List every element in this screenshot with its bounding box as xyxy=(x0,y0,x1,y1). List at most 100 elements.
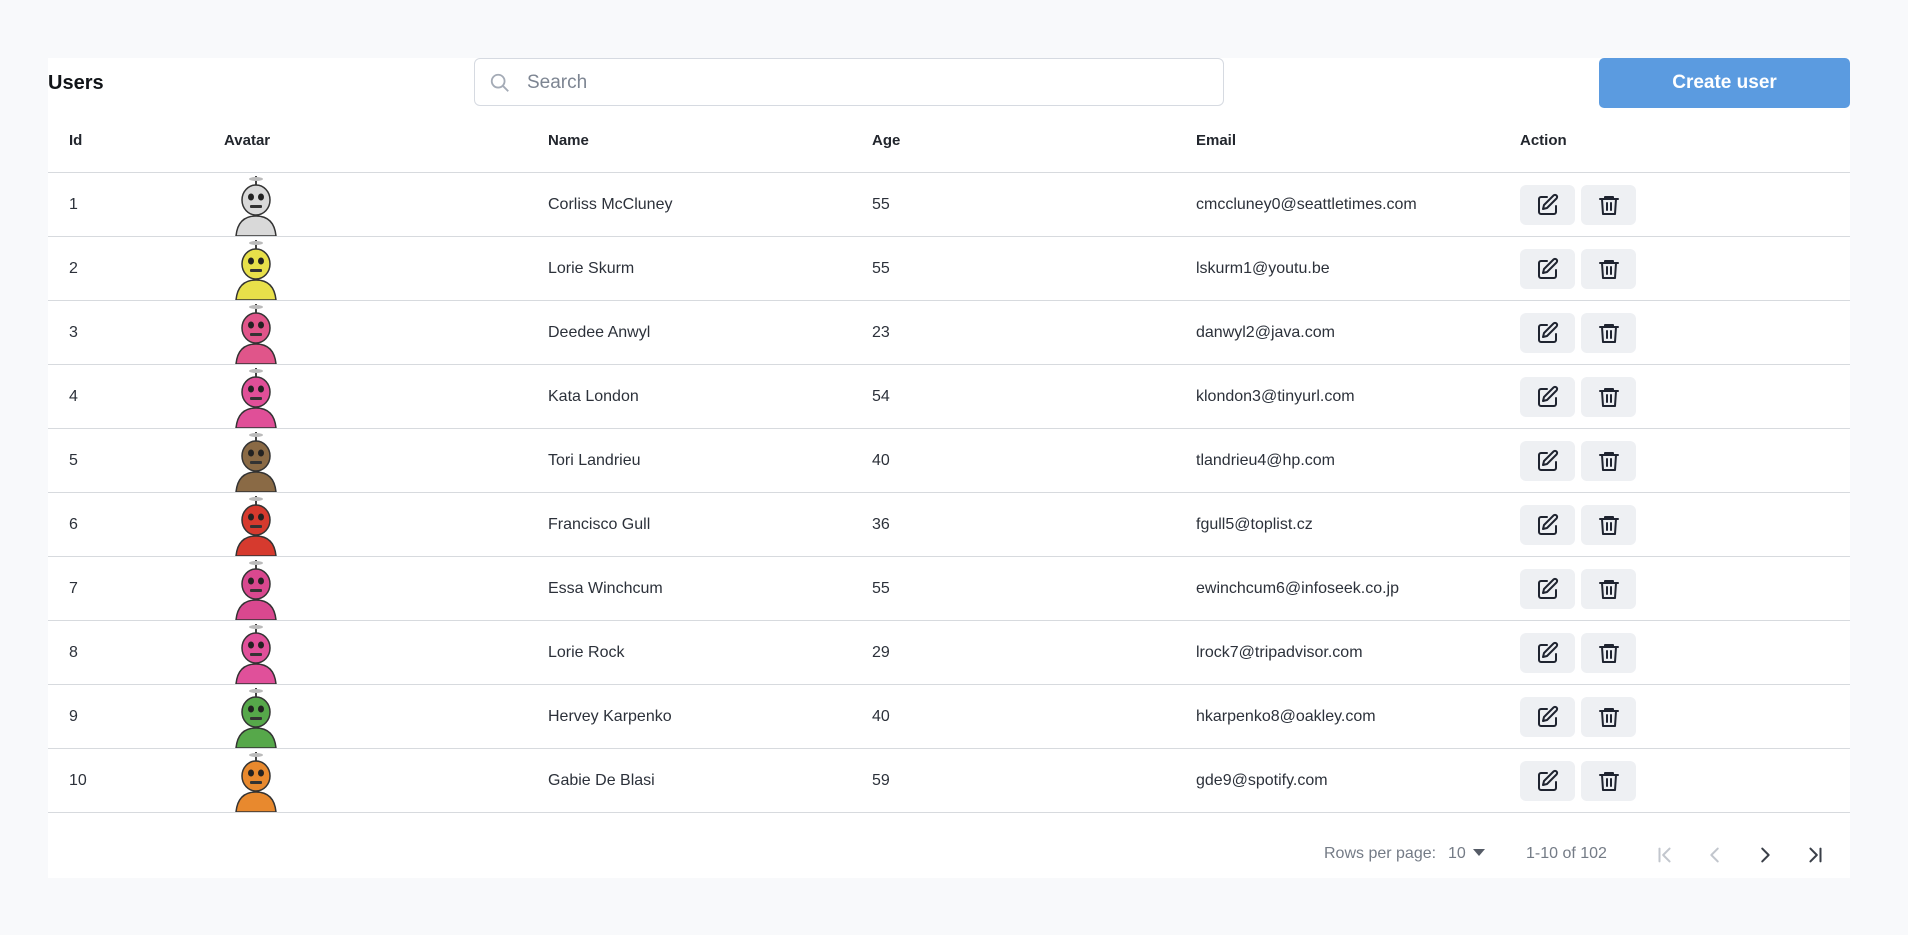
cell-age: 55 xyxy=(872,556,1196,621)
avatar xyxy=(235,559,277,620)
table-row: 5 Tori Landrieu 40 tlandrieu4@hp.com xyxy=(48,428,1850,493)
edit-button[interactable] xyxy=(1520,568,1575,609)
trash-icon xyxy=(1598,451,1619,471)
cell-email: gde9@spotify.com xyxy=(1196,748,1520,813)
edit-icon xyxy=(1537,193,1558,215)
table-row: 6 Francisco Gull 36 fgull5@toplist.cz xyxy=(48,492,1850,557)
trash-icon xyxy=(1598,579,1619,599)
row-actions xyxy=(1520,248,1850,289)
cell-actions xyxy=(1520,492,1850,557)
avatar xyxy=(235,303,277,364)
cell-actions xyxy=(1520,428,1850,493)
avatar xyxy=(235,239,277,300)
delete-button[interactable] xyxy=(1581,632,1636,673)
edit-button[interactable] xyxy=(1520,696,1575,737)
first-page-icon xyxy=(1658,847,1671,863)
cell-name: Hervey Karpenko xyxy=(548,684,872,749)
cell-avatar xyxy=(224,300,548,365)
cell-name: Essa Winchcum xyxy=(548,556,872,621)
table-row: 3 Deedee Anwyl 23 danwyl2@java.com xyxy=(48,300,1850,365)
cell-email: fgull5@toplist.cz xyxy=(1196,492,1520,557)
avatar xyxy=(235,687,277,748)
cell-email: danwyl2@java.com xyxy=(1196,300,1520,365)
delete-button[interactable] xyxy=(1581,184,1636,225)
cell-age: 23 xyxy=(872,300,1196,365)
row-actions xyxy=(1520,312,1850,353)
row-actions xyxy=(1520,760,1850,801)
edit-button[interactable] xyxy=(1520,440,1575,481)
row-actions xyxy=(1520,440,1850,481)
first-page-button[interactable] xyxy=(1645,835,1685,875)
cell-id: 5 xyxy=(48,428,224,493)
delete-button[interactable] xyxy=(1581,248,1636,289)
edit-button[interactable] xyxy=(1520,760,1575,801)
edit-icon xyxy=(1537,321,1558,343)
delete-button[interactable] xyxy=(1581,696,1636,737)
page-title: Users xyxy=(48,72,104,94)
column-header-age: Age xyxy=(872,108,1196,173)
cell-age: 36 xyxy=(872,492,1196,557)
edit-icon xyxy=(1537,577,1558,599)
row-actions xyxy=(1520,504,1850,545)
cell-age: 40 xyxy=(872,428,1196,493)
cell-actions xyxy=(1520,748,1850,813)
edit-icon xyxy=(1537,705,1558,727)
avatar xyxy=(235,495,277,556)
last-page-icon xyxy=(1809,847,1822,863)
cell-avatar xyxy=(224,620,548,685)
cell-age: 55 xyxy=(872,172,1196,237)
table-row: 2 Lorie Skurm 55 lskurm1@youtu.be xyxy=(48,236,1850,301)
column-header-action: Action xyxy=(1520,108,1850,173)
cell-id: 3 xyxy=(48,300,224,365)
rows-per-page-select[interactable]: 10 xyxy=(1448,842,1492,866)
cell-actions xyxy=(1520,172,1850,237)
cell-id: 1 xyxy=(48,172,224,237)
next-page-button[interactable] xyxy=(1745,835,1785,875)
table-body: 1 Corliss McCluney 55 cmccluney0@seattletim… xyxy=(48,172,1850,813)
trash-icon xyxy=(1598,707,1619,727)
cell-avatar xyxy=(224,428,548,493)
cell-name: Kata London xyxy=(548,364,872,429)
cell-email: lskurm1@youtu.be xyxy=(1196,236,1520,301)
table-row: 10 Gabie De Blasi 59 gde9@spotify.com xyxy=(48,748,1850,813)
delete-button[interactable] xyxy=(1581,376,1636,417)
table-row: 8 Lorie Rock 29 lrock7@tripadvisor.com xyxy=(48,620,1850,685)
edit-icon xyxy=(1537,257,1558,279)
delete-button[interactable] xyxy=(1581,440,1636,481)
cell-email: cmccluney0@seattletimes.com xyxy=(1196,172,1520,237)
edit-button[interactable] xyxy=(1520,376,1575,417)
table-row: 9 Hervey Karpenko 40 hkarpenko8@oakley.com xyxy=(48,684,1850,749)
edit-button[interactable] xyxy=(1520,504,1575,545)
delete-button[interactable] xyxy=(1581,760,1636,801)
previous-page-button[interactable] xyxy=(1695,835,1735,875)
edit-button[interactable] xyxy=(1520,312,1575,353)
pagination-bar: Rows per page: 10 1-10 of 102 xyxy=(48,820,1850,890)
table-row: 4 Kata London 54 klondon3@tinyurl.com xyxy=(48,364,1850,429)
row-actions xyxy=(1520,184,1850,225)
column-header-email: Email xyxy=(1196,108,1520,173)
cell-email: tlandrieu4@hp.com xyxy=(1196,428,1520,493)
edit-button[interactable] xyxy=(1520,184,1575,225)
edit-icon xyxy=(1537,385,1558,407)
edit-button[interactable] xyxy=(1520,248,1575,289)
create-user-button[interactable]: Create user xyxy=(1599,58,1850,108)
last-page-button[interactable] xyxy=(1795,835,1835,875)
delete-button[interactable] xyxy=(1581,312,1636,353)
rows-per-page-label: Rows per page: xyxy=(1324,845,1437,862)
search-input[interactable] xyxy=(525,60,1209,106)
search-box[interactable] xyxy=(474,58,1224,106)
edit-button[interactable] xyxy=(1520,632,1575,673)
cell-name: Deedee Anwyl xyxy=(548,300,872,365)
avatar xyxy=(235,175,277,236)
delete-button[interactable] xyxy=(1581,504,1636,545)
avatar xyxy=(235,623,277,684)
toolbar: Users Create user xyxy=(48,58,1850,108)
cell-avatar xyxy=(224,684,548,749)
trash-icon xyxy=(1598,323,1619,343)
cell-actions xyxy=(1520,620,1850,685)
cell-age: 55 xyxy=(872,236,1196,301)
cell-id: 10 xyxy=(48,748,224,813)
edit-icon xyxy=(1537,641,1558,663)
delete-button[interactable] xyxy=(1581,568,1636,609)
cell-age: 29 xyxy=(872,620,1196,685)
